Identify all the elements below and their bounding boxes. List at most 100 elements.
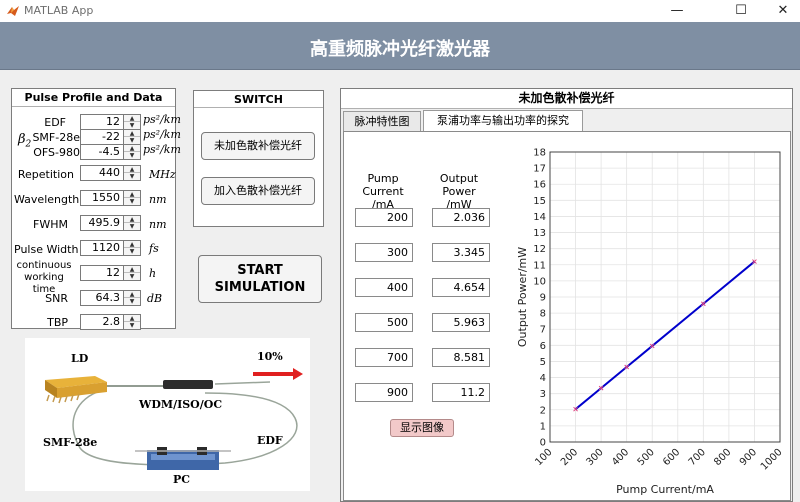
ofs-spinner[interactable]: ▲ ▼ <box>123 144 141 160</box>
y-tick-label: 16 <box>533 180 546 191</box>
edf-spinner[interactable]: ▲ ▼ <box>123 114 141 130</box>
y-tick-label: 15 <box>533 196 546 207</box>
output-cell[interactable]: 11.2 <box>432 383 490 402</box>
fwhm-input[interactable]: 495.9 <box>80 215 124 231</box>
edf-label: EDF <box>44 116 66 129</box>
snr-input[interactable]: 64.3 <box>80 290 124 306</box>
pump-cell[interactable]: 300 <box>355 243 413 262</box>
col-header-output-1: Output Power <box>439 172 479 198</box>
wavelength-input[interactable]: 1550 <box>80 190 124 206</box>
y-tick-label: 17 <box>533 164 546 175</box>
col-header-pump: Pump Current/mA <box>348 172 418 211</box>
pulse-width-label: Pulse Width <box>14 243 79 256</box>
fwhm-label: FWHM <box>33 218 68 231</box>
working-time-label: continuous working time <box>16 260 72 295</box>
smf-input[interactable]: -22 <box>80 129 124 145</box>
wdm-label: WDM/ISO/OC <box>139 398 223 411</box>
x-tick-label: 100 <box>533 447 554 468</box>
tbp-spinner[interactable]: ▲ ▼ <box>123 314 141 330</box>
smf-label: SMF-28e <box>32 131 80 144</box>
y-axis-label: Output Power/mW <box>516 247 529 347</box>
output-cell[interactable]: 3.345 <box>432 243 490 262</box>
output-power-chart: 0123456789101112131415161718100 200 300 400… <box>516 148 785 497</box>
app-header: 高重频脉冲光纤激光器 <box>0 22 800 70</box>
repetition-label: Repetition <box>17 168 74 181</box>
comparison-panel: 未加色散补偿光纤 脉冲特性图 泵浦功率与输出功率的探究 Pump Current… <box>340 88 793 502</box>
y-tick-label: 10 <box>533 276 546 287</box>
snr-label: SNR <box>45 292 68 305</box>
switch-panel: SWITCH 未加色散补偿光纤 加入色散补偿光纤 <box>193 90 324 227</box>
pulse-panel-title: Pulse Profile and Data <box>12 89 175 107</box>
snr-spinner[interactable]: ▲ ▼ <box>123 290 141 306</box>
wavelength-unit: nm <box>149 193 167 206</box>
start-simulation-button[interactable]: START SIMULATION <box>198 255 322 303</box>
output-cell[interactable]: 2.036 <box>432 208 490 227</box>
matlab-logo-icon <box>7 6 19 16</box>
ofs-label: OFS-980 <box>33 146 80 159</box>
tbp-input[interactable]: 2.8 <box>80 314 124 330</box>
fwhm-unit: nm <box>149 218 167 231</box>
maximize-icon[interactable]: ☐ <box>718 0 764 22</box>
repetition-spinner[interactable]: ▲ ▼ <box>123 165 141 181</box>
tab-pulse-characteristics[interactable]: 脉冲特性图 <box>343 111 421 132</box>
x-tick-label: 800 <box>712 447 733 468</box>
laser-cavity-diagram: LD 10% WDM/ISO/OC SMF-28e EDF PC <box>25 338 310 491</box>
pump-cell[interactable]: 700 <box>355 348 413 367</box>
x-tick-label: 500 <box>636 447 657 468</box>
minimize-icon[interactable]: — <box>654 0 700 22</box>
pump-cell[interactable]: 500 <box>355 313 413 332</box>
comparison-panel-title: 未加色散补偿光纤 <box>341 89 792 109</box>
y-tick-label: 14 <box>533 212 546 223</box>
snr-unit: dB <box>147 292 163 305</box>
show-plot-button[interactable]: 显示图像 <box>390 419 454 437</box>
ld-label: LD <box>71 352 89 365</box>
y-tick-label: 12 <box>533 244 546 255</box>
output-arrow <box>253 372 293 376</box>
y-tick-label: 6 <box>540 341 546 352</box>
y-tick-label: 0 <box>540 438 546 449</box>
switch-panel-title: SWITCH <box>194 91 323 108</box>
pc-label: PC <box>173 473 191 486</box>
smf-spinner[interactable]: ▲ ▼ <box>123 129 141 145</box>
wavelength-spinner[interactable]: ▲ ▼ <box>123 190 141 206</box>
smf-diagram-label: SMF-28e <box>43 436 98 449</box>
wavelength-label: Wavelength <box>14 193 80 206</box>
tab-content: Pump Current/mA Output Power/mW 200 2.03… <box>343 131 791 501</box>
y-tick-label: 8 <box>540 309 546 320</box>
working-time-input[interactable]: 12 <box>80 265 124 281</box>
col-header-output: Output Power/mW <box>424 172 494 211</box>
close-icon[interactable]: ✕ <box>760 0 800 22</box>
edf-input[interactable]: 12 <box>80 114 124 130</box>
edf-diagram-label: EDF <box>257 434 283 447</box>
pump-cell[interactable]: 900 <box>355 383 413 402</box>
tab-pump-vs-output[interactable]: 泵浦功率与输出功率的探究 <box>423 110 583 132</box>
output-cell[interactable]: 4.654 <box>432 278 490 297</box>
no-compensation-button[interactable]: 未加色散补偿光纤 <box>201 132 315 160</box>
fwhm-spinner[interactable]: ▲ ▼ <box>123 215 141 231</box>
pump-cell[interactable]: 400 <box>355 278 413 297</box>
ofs-input[interactable]: -4.5 <box>80 144 124 160</box>
pulse-width-spinner[interactable]: ▲ ▼ <box>123 240 141 256</box>
pump-cell[interactable]: 200 <box>355 208 413 227</box>
window-titlebar: MATLAB App — ☐ ✕ <box>0 0 800 22</box>
x-tick-label: 700 <box>687 447 708 468</box>
pulse-width-unit: fs <box>149 242 159 255</box>
output-cell[interactable]: 8.581 <box>432 348 490 367</box>
x-tick-label: 300 <box>584 447 605 468</box>
smf-unit: ps²/km <box>143 128 181 141</box>
output-cell[interactable]: 5.963 <box>432 313 490 332</box>
x-tick-label: 900 <box>738 447 759 468</box>
y-tick-label: 1 <box>540 421 546 432</box>
y-tick-label: 13 <box>533 228 546 239</box>
with-compensation-button[interactable]: 加入色散补偿光纤 <box>201 177 315 205</box>
x-tick-label: 600 <box>661 447 682 468</box>
repetition-input[interactable]: 440 <box>80 165 124 181</box>
app-title: 高重频脉冲光纤激光器 <box>310 39 490 60</box>
pulse-width-input[interactable]: 1120 <box>80 240 124 256</box>
x-tick-label: 200 <box>559 447 580 468</box>
wdm-component <box>163 380 213 389</box>
pulse-profile-panel: Pulse Profile and Data β2 EDF 12 ▲ ▼ ps²/… <box>11 88 181 330</box>
pc-component <box>135 447 231 470</box>
start-label: START <box>237 263 283 278</box>
working-time-spinner[interactable]: ▲ ▼ <box>123 265 141 281</box>
